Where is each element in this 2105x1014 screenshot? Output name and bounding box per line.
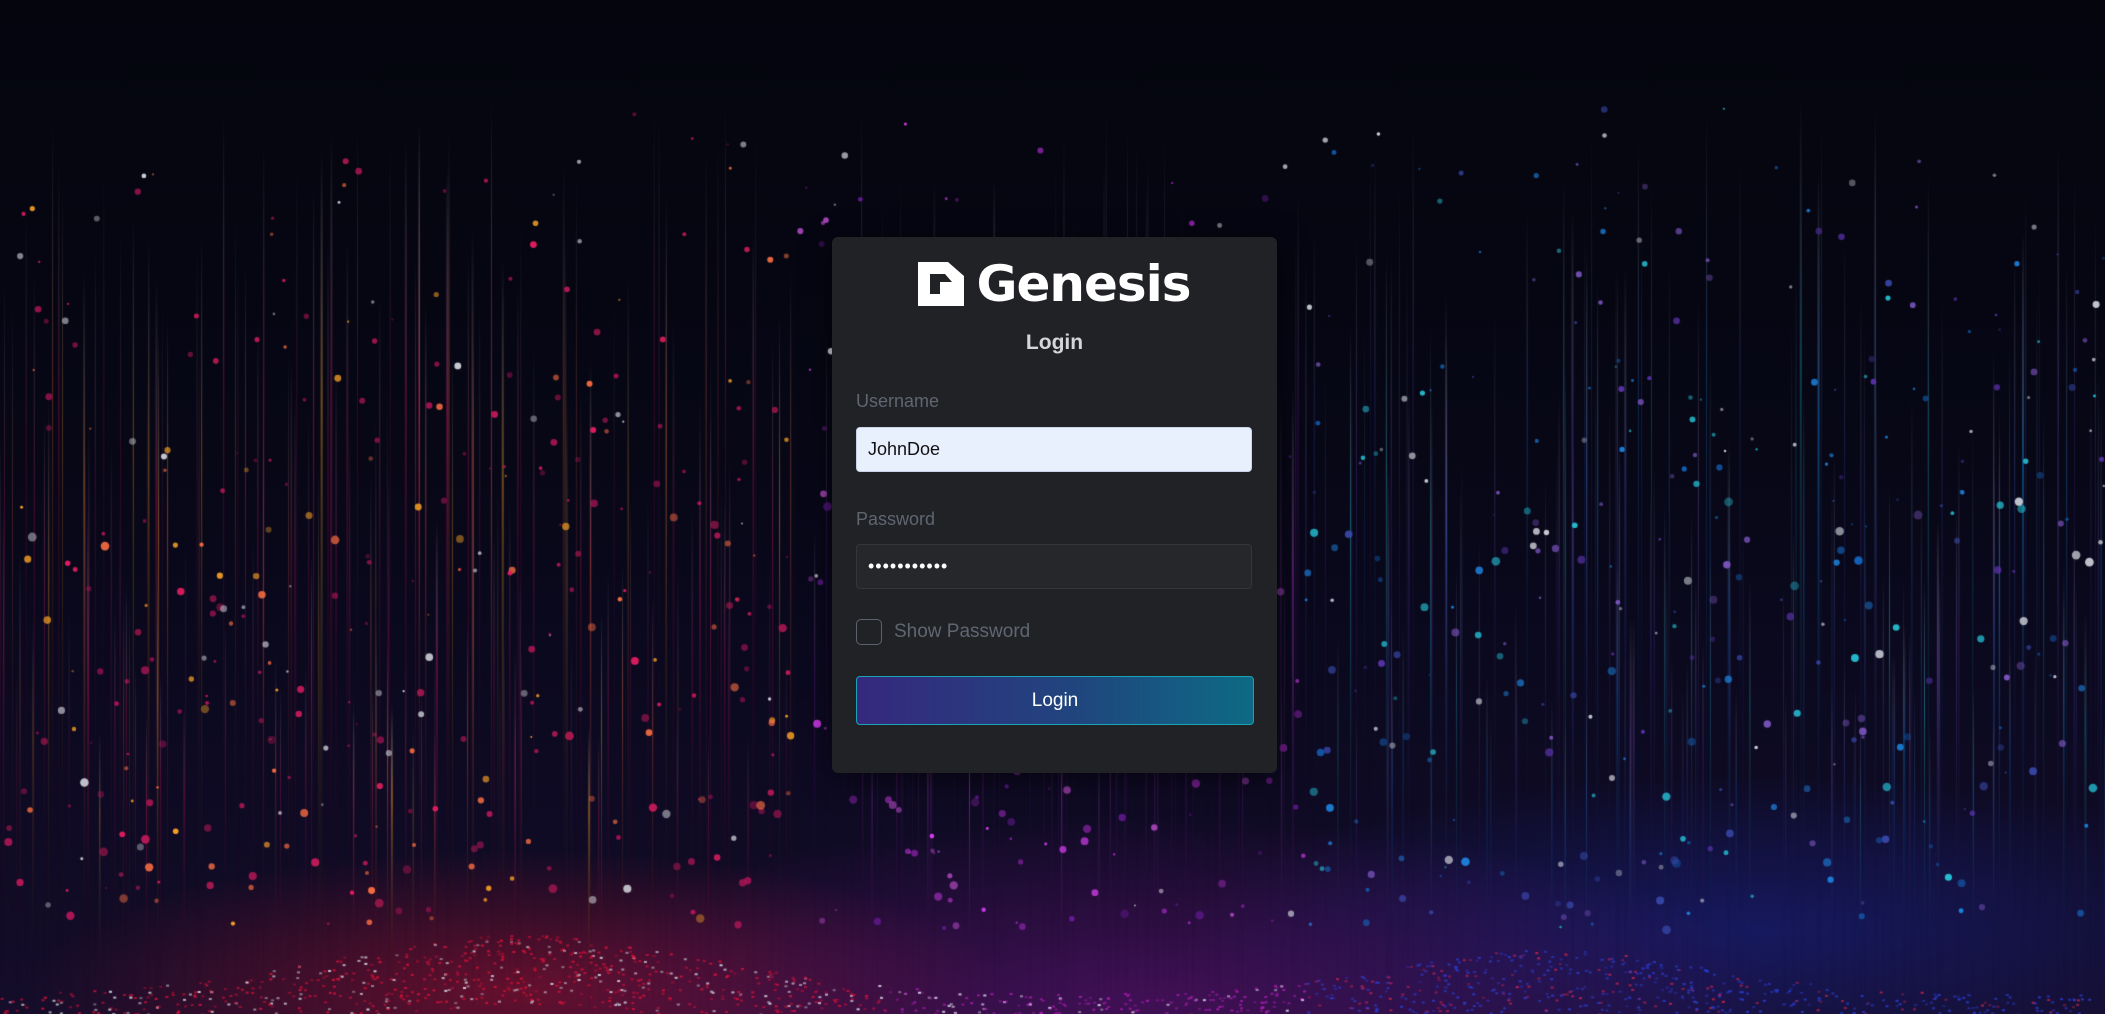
brand-logo: Genesis <box>832 259 1277 309</box>
show-password-row[interactable]: Show Password <box>856 619 1030 645</box>
login-card: Genesis Login Username Password Show Pas… <box>832 237 1277 773</box>
show-password-label[interactable]: Show Password <box>894 621 1030 643</box>
genesis-logo-icon <box>918 262 965 306</box>
brand-name: Genesis <box>976 255 1191 313</box>
username-label: Username <box>856 391 940 411</box>
login-page: Genesis Login Username Password Show Pas… <box>0 0 2105 1014</box>
show-password-checkbox[interactable] <box>856 619 882 645</box>
password-input[interactable] <box>856 544 1252 589</box>
password-label: Password <box>856 509 936 529</box>
login-button[interactable]: Login <box>856 676 1254 725</box>
username-input[interactable] <box>856 427 1252 472</box>
login-title: Login <box>1025 331 1084 354</box>
